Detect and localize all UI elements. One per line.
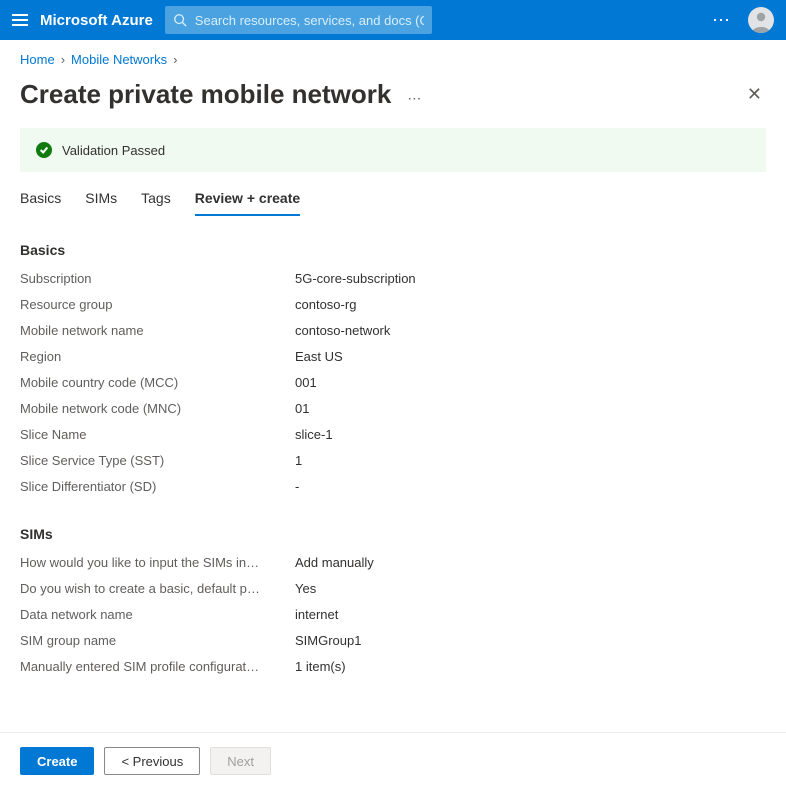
breadcrumb-home[interactable]: Home (20, 52, 55, 67)
kv-value: 5G-core-subscription (295, 270, 416, 288)
kv-label: Slice Service Type (SST) (20, 452, 295, 470)
kv-row: Slice Nameslice-1 (20, 426, 766, 444)
validation-banner: Validation Passed (20, 128, 766, 172)
kv-label: Slice Differentiator (SD) (20, 478, 295, 496)
tabs: Basics SIMs Tags Review + create (0, 190, 786, 216)
chevron-right-icon: › (173, 52, 177, 67)
kv-label: Manually entered SIM profile configurat… (20, 658, 295, 676)
kv-label: Subscription (20, 270, 295, 288)
kv-value: East US (295, 348, 343, 366)
kv-row: How would you like to input the SIMs in…… (20, 554, 766, 572)
kv-label: Data network name (20, 606, 295, 624)
footer-buttons: Create < Previous Next (0, 732, 786, 789)
check-circle-icon (36, 142, 52, 158)
section-basics-heading: Basics (20, 242, 766, 258)
page-more-icon[interactable]: ⋯ (399, 90, 430, 107)
brand-label: Microsoft Azure (40, 12, 153, 29)
breadcrumb: Home › Mobile Networks › (0, 40, 786, 73)
menu-icon[interactable] (12, 14, 28, 26)
tab-basics[interactable]: Basics (20, 190, 61, 216)
kv-label: Do you wish to create a basic, default p… (20, 580, 295, 598)
tab-tags[interactable]: Tags (141, 190, 171, 216)
section-basics: Basics Subscription5G-core-subscription … (0, 242, 786, 526)
kv-row: Do you wish to create a basic, default p… (20, 580, 766, 598)
kv-value: slice-1 (295, 426, 333, 444)
kv-value: 1 (295, 452, 302, 470)
validation-text: Validation Passed (62, 143, 165, 158)
page-title: Create private mobile network (20, 79, 391, 110)
tab-sims[interactable]: SIMs (85, 190, 117, 216)
avatar[interactable] (748, 7, 774, 33)
global-search[interactable] (165, 6, 433, 34)
kv-label: How would you like to input the SIMs in… (20, 554, 295, 572)
breadcrumb-mobile-networks[interactable]: Mobile Networks (71, 52, 167, 67)
page-title-row: Create private mobile network ⋯ ✕ (0, 73, 786, 128)
kv-value: 001 (295, 374, 317, 392)
kv-row: Slice Differentiator (SD)- (20, 478, 766, 496)
kv-row: Slice Service Type (SST)1 (20, 452, 766, 470)
kv-label: Region (20, 348, 295, 366)
close-icon[interactable]: ✕ (743, 80, 766, 109)
kv-row: Manually entered SIM profile configurat…… (20, 658, 766, 676)
kv-row: Data network nameinternet (20, 606, 766, 624)
kv-value: - (295, 478, 299, 496)
kv-value: contoso-network (295, 322, 390, 340)
section-sims-heading: SIMs (20, 526, 766, 542)
kv-row: RegionEast US (20, 348, 766, 366)
kv-label: Slice Name (20, 426, 295, 444)
kv-value: Yes (295, 580, 316, 598)
kv-value: SIMGroup1 (295, 632, 361, 650)
kv-label: Mobile network name (20, 322, 295, 340)
more-icon[interactable]: ⋯ (708, 10, 736, 31)
kv-value: internet (295, 606, 338, 624)
kv-row: Mobile network code (MNC)01 (20, 400, 766, 418)
kv-row: SIM group nameSIMGroup1 (20, 632, 766, 650)
search-icon (173, 13, 187, 27)
section-sims: SIMs How would you like to input the SIM… (0, 526, 786, 706)
previous-button[interactable]: < Previous (104, 747, 200, 775)
kv-value: 1 item(s) (295, 658, 346, 676)
kv-row: Mobile country code (MCC)001 (20, 374, 766, 392)
kv-value: 01 (295, 400, 309, 418)
person-icon (748, 7, 774, 33)
kv-label: Resource group (20, 296, 295, 314)
kv-row: Resource groupcontoso-rg (20, 296, 766, 314)
search-input[interactable] (195, 13, 425, 28)
kv-row: Mobile network namecontoso-network (20, 322, 766, 340)
tab-review-create[interactable]: Review + create (195, 190, 300, 216)
kv-value: contoso-rg (295, 296, 356, 314)
kv-label: Mobile network code (MNC) (20, 400, 295, 418)
kv-value: Add manually (295, 554, 374, 572)
next-button: Next (210, 747, 271, 775)
kv-label: Mobile country code (MCC) (20, 374, 295, 392)
kv-label: SIM group name (20, 632, 295, 650)
create-button[interactable]: Create (20, 747, 94, 775)
chevron-right-icon: › (61, 52, 65, 67)
top-bar: Microsoft Azure ⋯ (0, 0, 786, 40)
kv-row: Subscription5G-core-subscription (20, 270, 766, 288)
